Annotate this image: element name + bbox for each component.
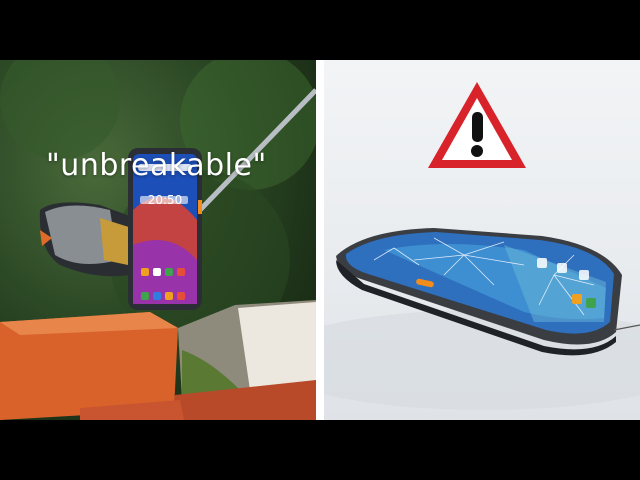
left-photo-panel: 20:50 "unbreakable" xyxy=(0,60,316,420)
letterbox-bottom xyxy=(0,420,640,480)
golf-club-head-icon xyxy=(39,202,137,277)
right-scene xyxy=(324,82,640,410)
right-photo-panel xyxy=(324,60,640,420)
warning-triangle-icon xyxy=(428,82,526,168)
brick-wall xyxy=(0,300,316,420)
caption-unbreakable: "unbreakable" xyxy=(46,148,267,183)
phone-clock: 20:50 xyxy=(148,193,183,207)
letterbox-top xyxy=(0,0,640,60)
panel-divider xyxy=(316,60,324,420)
left-scene: 20:50 xyxy=(0,60,316,420)
